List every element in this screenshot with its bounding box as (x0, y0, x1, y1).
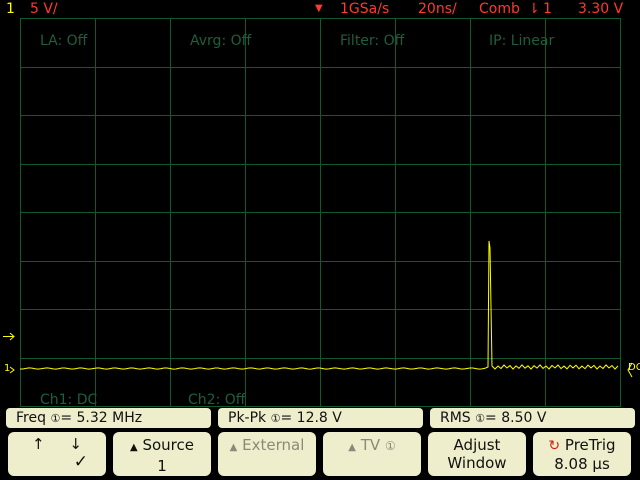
meas-label: RMS (440, 410, 471, 426)
external-softkey[interactable]: ▲ External (218, 432, 316, 476)
source-1-icon: ① (50, 412, 61, 425)
tv-label: TV (360, 436, 381, 454)
measurement-pk-pk: Pk-Pk ①= 12.8 V (218, 408, 423, 428)
sample-rate: 1GSa/s (340, 1, 390, 17)
triangle-up-icon: ▲ (129, 442, 138, 453)
checkmark-icon: ✓ (73, 452, 88, 472)
ground-marker: 1 (4, 363, 10, 374)
adjust-window-softkey[interactable]: Adjust Window (428, 432, 526, 476)
falling-slope-icon: ↓ (69, 435, 82, 453)
triangle-up-icon: ▲ (229, 442, 238, 453)
ch2-status: Ch2: Off (188, 392, 246, 408)
meas-value: 12.8 V (296, 410, 342, 426)
slope-softkey[interactable]: ↑ ↓ ✓ (8, 432, 106, 476)
graticule (20, 18, 621, 407)
trigger-mode: Comb (479, 1, 520, 17)
source-1-icon: ① (270, 412, 281, 425)
trigger-level-marker (3, 332, 15, 341)
average-status: Avrg: Off (190, 33, 252, 49)
volts-per-division[interactable]: 5 V/ (30, 0, 58, 18)
external-label: External (242, 436, 305, 454)
ground-marker-arrow (9, 366, 15, 374)
meas-label: Pk-Pk (228, 410, 267, 426)
rotate-knob-icon: ↻ (548, 438, 561, 454)
measurement-frequency: Freq ①= 5.32 MHz (6, 408, 211, 428)
waveform-display: 1 DC (3, 18, 640, 407)
meas-label: Freq (16, 410, 46, 426)
adjust-label: Adjust (453, 436, 501, 454)
trigger-level: 3.30 V (578, 1, 624, 17)
source-1-icon: ① (384, 439, 396, 453)
filter-status: Filter: Off (340, 33, 405, 49)
source-softkey[interactable]: ▲ Source 1 (113, 432, 211, 476)
trigger-source: 1 (543, 1, 552, 17)
source-label: Source (142, 436, 194, 454)
right-edge-label: DC (628, 362, 640, 373)
meas-value: 5.32 MHz (76, 410, 143, 426)
trigger-position-marker: ▼ (315, 3, 323, 14)
ch1-coupling: Ch1: DC (40, 392, 98, 408)
tv-softkey[interactable]: ▲ TV ① (323, 432, 421, 476)
pretrig-value: 8.08 µs (554, 455, 610, 473)
measurement-rms: RMS ①= 8.50 V (430, 408, 635, 428)
la-status: LA: Off (40, 33, 88, 49)
window-label: Window (447, 454, 507, 472)
triangle-up-icon: ▲ (348, 442, 356, 453)
meas-value: 8.50 V (501, 410, 547, 426)
pretrig-softkey[interactable]: ↻ PreTrig 8.08 µs (533, 432, 631, 476)
time-per-division[interactable]: 20ns/ (418, 0, 457, 18)
channel1-trace (20, 240, 619, 370)
channel-number: 1 (6, 1, 15, 17)
source-1-icon: ① (475, 412, 486, 425)
interpolation-status: IP: Linear (489, 33, 555, 49)
trigger-slope-icon: ⇂ (528, 1, 540, 17)
rising-slope-icon: ↑ (32, 435, 45, 453)
pretrig-label: PreTrig (564, 436, 616, 454)
source-value: 1 (157, 457, 167, 475)
